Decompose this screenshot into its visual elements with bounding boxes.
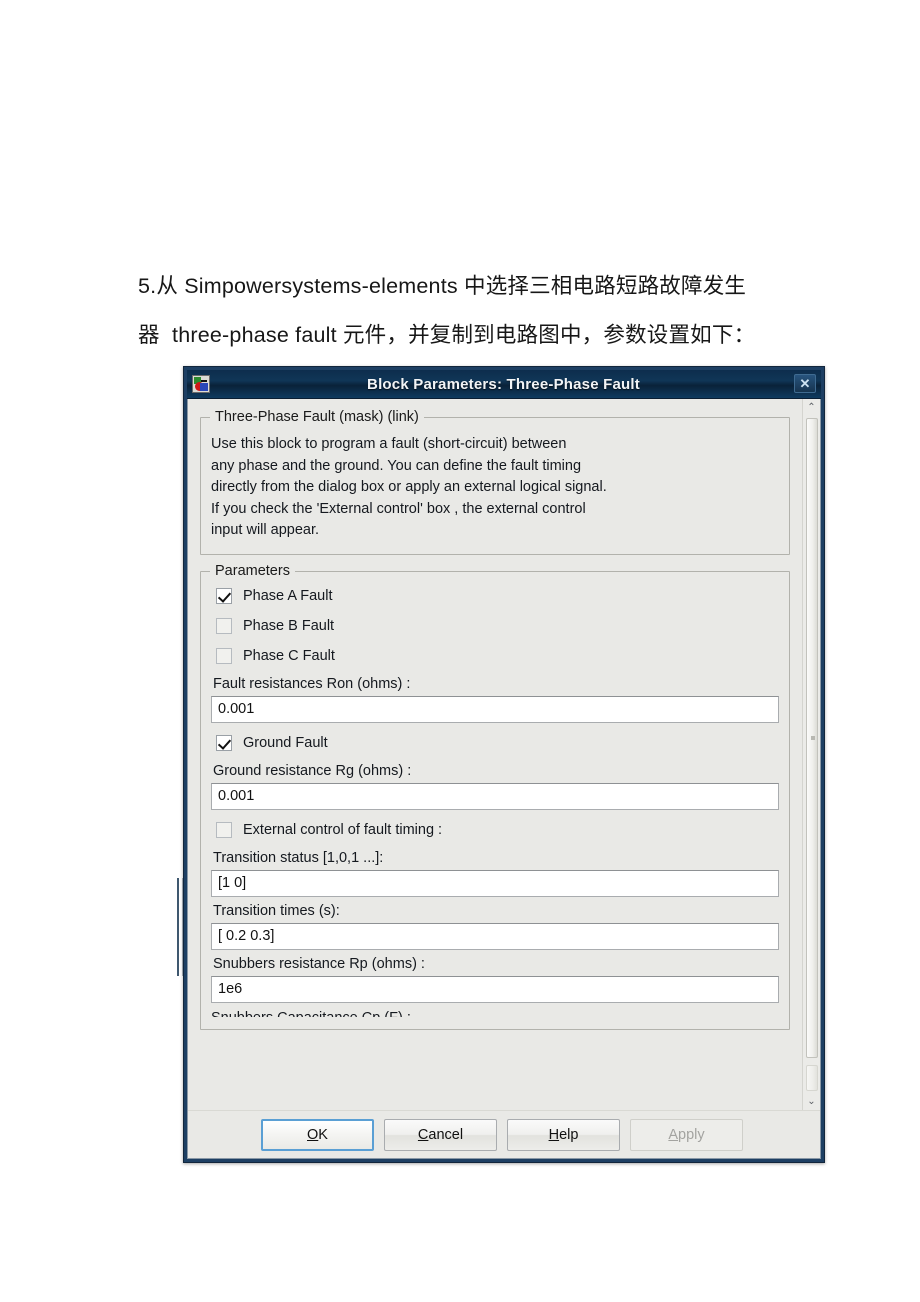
dialog-footer: OK Cancel Help Apply	[188, 1110, 820, 1158]
cancel-button[interactable]: Cancel	[384, 1118, 497, 1151]
checkbox-ground-fault[interactable]	[216, 734, 232, 751]
checkbox-phase-a-fault[interactable]	[216, 587, 232, 604]
label-snubbers-capacitance-clipped: Snubbers Capacitance Cp (F) :	[211, 1009, 779, 1017]
apply-mnemonic: A	[668, 1126, 679, 1143]
label-transition-times: Transition times (s):	[213, 902, 340, 919]
input-fault-resistances-ron[interactable]: 0.001	[211, 695, 779, 723]
icon-black-bar	[201, 380, 207, 382]
document-line-2: 器 three-phase fault 元件，并复制到电路图中，参数设置如下：	[138, 323, 756, 347]
scroll-up-icon[interactable]: ⌃	[803, 399, 820, 416]
label-fault-resistances: Fault resistances Ron (ohms) :	[213, 675, 411, 692]
checkbox-label-phase-c: Phase C Fault	[243, 647, 335, 664]
input-ground-resistance-rg[interactable]: 0.001	[211, 782, 779, 810]
checkbox-phase-c-fault[interactable]	[216, 647, 232, 664]
dialog-title: Block Parameters: Three-Phase Fault	[367, 375, 640, 393]
apply-button: Apply	[630, 1118, 743, 1151]
close-icon[interactable]: ✕	[794, 374, 816, 393]
checkbox-phase-b-fault[interactable]	[216, 617, 232, 634]
cancel-mnemonic: C	[417, 1126, 429, 1143]
cancel-rest: ancel	[428, 1126, 464, 1143]
input-transition-times[interactable]: [ 0.2 0.3]	[211, 922, 779, 950]
dialog-inner: Block Parameters: Three-Phase Fault ✕ Th…	[187, 370, 821, 1159]
scrollbar-thumb[interactable]	[806, 418, 818, 1058]
checkbox-row-ground-fault[interactable]: Ground Fault	[211, 729, 779, 757]
ok-button[interactable]: OK	[261, 1118, 374, 1151]
vertical-scrollbar[interactable]: ⌃ ⌄	[802, 399, 820, 1110]
label-snubbers-resistance: Snubbers resistance Rp (ohms) :	[213, 955, 425, 972]
scrollbar-grip	[811, 736, 815, 740]
input-snubbers-resistance-rp[interactable]: 1e6	[211, 975, 779, 1003]
document-paragraph: 5.从 Simpowersystems-elements 中选择三相电路短路故障…	[138, 262, 798, 360]
description-groupbox: Three-Phase Fault (mask) (link) Use this…	[200, 409, 790, 555]
checkbox-label-phase-b: Phase B Fault	[243, 617, 335, 634]
ok-mnemonic: O	[307, 1126, 319, 1143]
block-parameters-dialog: Block Parameters: Three-Phase Fault ✕ Th…	[183, 366, 825, 1163]
icon-blue-rect	[200, 383, 208, 391]
label-ground-resistance: Ground resistance Rg (ohms) :	[213, 762, 412, 779]
parameters-groupbox: Parameters Phase A Fault Phase B Fault P…	[200, 562, 790, 1030]
checkbox-label-external-control: External control of fault timing :	[243, 821, 443, 838]
checkbox-label-phase-a: Phase A Fault	[243, 587, 333, 604]
dialog-scroll-content: Three-Phase Fault (mask) (link) Use this…	[188, 399, 802, 1110]
checkbox-label-ground-fault: Ground Fault	[243, 734, 328, 751]
checkbox-row-external-control[interactable]: External control of fault timing :	[211, 816, 779, 844]
checkbox-external-control[interactable]	[216, 821, 232, 838]
input-transition-status[interactable]: [1 0]	[211, 869, 779, 897]
simulink-block-icon	[192, 375, 210, 393]
scroll-down-icon[interactable]: ⌄	[803, 1093, 820, 1110]
description-legend: Three-Phase Fault (mask) (link)	[210, 409, 424, 425]
label-transition-status: Transition status [1,0,1 ...]:	[213, 849, 384, 866]
dialog-body: Three-Phase Fault (mask) (link) Use this…	[188, 399, 820, 1110]
ok-rest: K	[318, 1126, 328, 1143]
document-line-1: 5.从 Simpowersystems-elements 中选择三相电路短路故障…	[138, 274, 747, 298]
checkbox-row-phase-a[interactable]: Phase A Fault	[211, 582, 779, 610]
description-text: Use this block to program a fault (short…	[211, 436, 607, 538]
help-button[interactable]: Help	[507, 1118, 620, 1151]
parameters-legend: Parameters	[210, 562, 295, 579]
apply-rest: pply	[678, 1126, 705, 1143]
scrollbar-track-lower[interactable]	[806, 1065, 818, 1091]
help-mnemonic: H	[548, 1126, 560, 1143]
checkbox-row-phase-c[interactable]: Phase C Fault	[211, 642, 779, 670]
dialog-titlebar[interactable]: Block Parameters: Three-Phase Fault ✕	[187, 370, 821, 399]
background-diagram-line	[177, 878, 179, 976]
help-rest: elp	[559, 1126, 579, 1143]
checkbox-row-phase-b[interactable]: Phase B Fault	[211, 612, 779, 640]
